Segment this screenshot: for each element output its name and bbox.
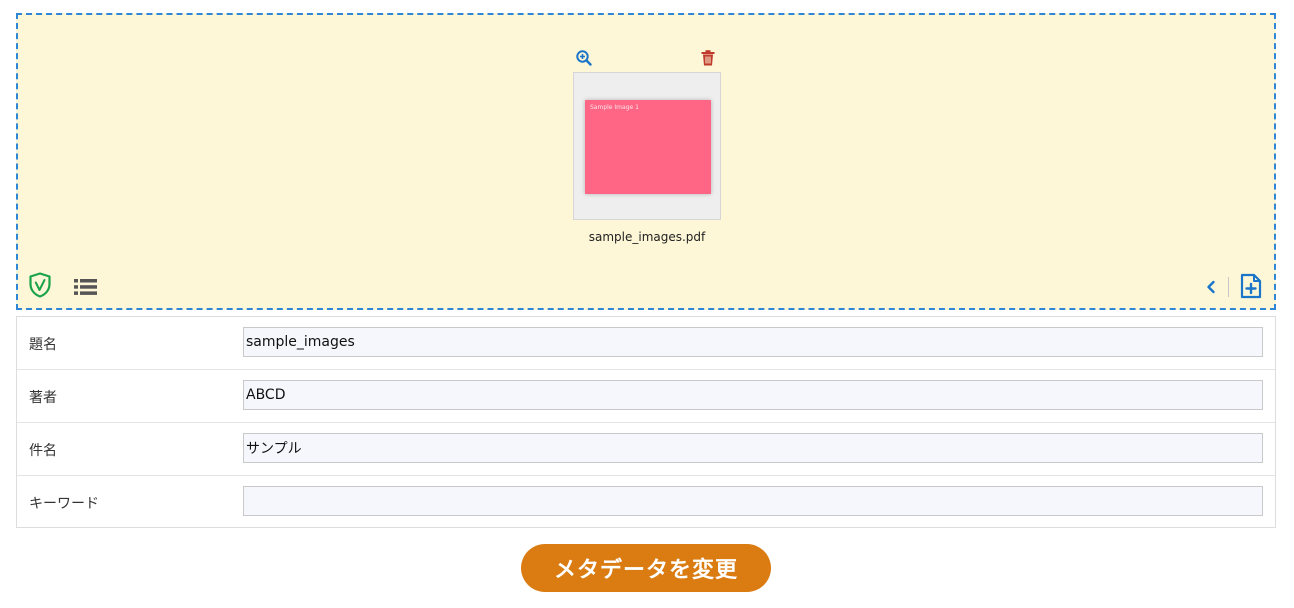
file-plus-icon[interactable] [1239,273,1263,299]
file-thumbnail[interactable]: Sample Image 1 [573,72,721,220]
author-input[interactable] [243,380,1263,410]
file-name: sample_images.pdf [588,230,706,244]
toolbar-divider [1228,277,1229,297]
change-metadata-button[interactable]: メタデータを変更 [521,544,771,592]
metadata-row-title: 題名 [17,317,1275,370]
list-icon[interactable] [74,278,98,296]
subject-label: 件名 [29,443,57,459]
metadata-row-keywords: キーワード [17,476,1275,529]
keywords-label: キーワード [29,496,99,512]
thumbnail-page: Sample Image 1 [585,100,711,194]
chevron-left-icon[interactable] [1204,279,1218,295]
file-dropzone[interactable]: Sample Image 1 sample_images.pdf [16,13,1276,310]
thumbnail-caption: Sample Image 1 [590,104,639,111]
metadata-form: 題名 著者 件名 キーワード [16,316,1276,528]
author-label: 著者 [29,390,57,406]
metadata-row-subject: 件名 [17,423,1275,476]
keywords-input[interactable] [243,486,1263,516]
metadata-row-author: 著者 [17,370,1275,423]
title-label: 題名 [29,337,57,353]
subject-input[interactable] [243,433,1263,463]
shield-check-icon[interactable] [28,272,52,298]
title-input[interactable] [243,327,1263,357]
trash-icon[interactable] [699,49,717,67]
zoom-in-icon[interactable] [575,49,593,67]
